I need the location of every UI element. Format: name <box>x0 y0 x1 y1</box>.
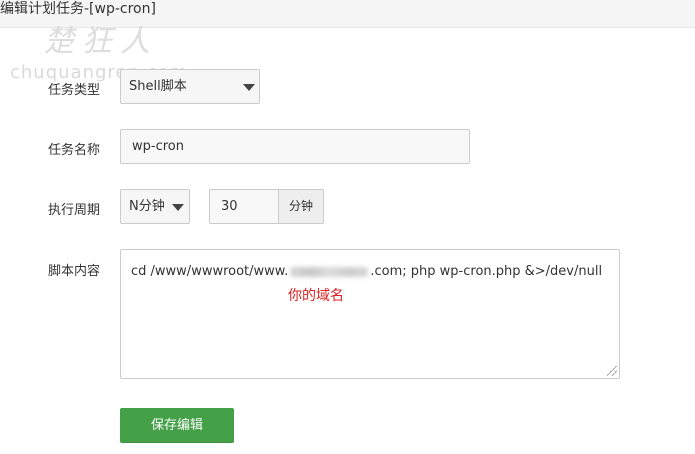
script-label: 脚本内容 <box>48 264 101 279</box>
chevron-down-icon <box>172 204 184 211</box>
script-content: cd /www/wwwroot/www. .com; php wp-cron.ph… <box>131 264 602 279</box>
task-type-select[interactable]: Shell脚本 <box>120 69 260 104</box>
chevron-down-icon <box>243 84 255 91</box>
dialog-title: 编辑计划任务-[wp-cron] <box>0 1 156 17</box>
task-name-input[interactable]: wp-cron <box>120 129 470 164</box>
script-suffix: .com; php wp-cron.php &>/dev/null <box>370 264 603 279</box>
period-unit-select[interactable]: N分钟 <box>120 189 190 224</box>
interval-unit-addon: 分钟 <box>279 189 324 224</box>
interval-value: 30 <box>221 199 238 214</box>
task-type-value: Shell脚本 <box>129 79 187 94</box>
blurred-domain <box>290 266 369 277</box>
save-button[interactable]: 保存编辑 <box>120 408 234 443</box>
script-textarea[interactable]: cd /www/wwwroot/www. .com; php wp-cron.ph… <box>120 249 620 379</box>
script-prefix: cd /www/wwwroot/www. <box>131 264 289 279</box>
period-unit-value: N分钟 <box>129 199 165 214</box>
task-name-label: 任务名称 <box>48 143 101 158</box>
resize-handle-icon[interactable] <box>607 366 617 376</box>
task-type-label: 任务类型 <box>48 83 101 98</box>
period-label: 执行周期 <box>48 203 101 218</box>
interval-input[interactable]: 30 <box>209 189 279 224</box>
task-name-value: wp-cron <box>132 139 184 154</box>
domain-annotation: 你的域名 <box>288 288 344 304</box>
dialog-titlebar: 编辑计划任务-[wp-cron] <box>0 0 695 28</box>
